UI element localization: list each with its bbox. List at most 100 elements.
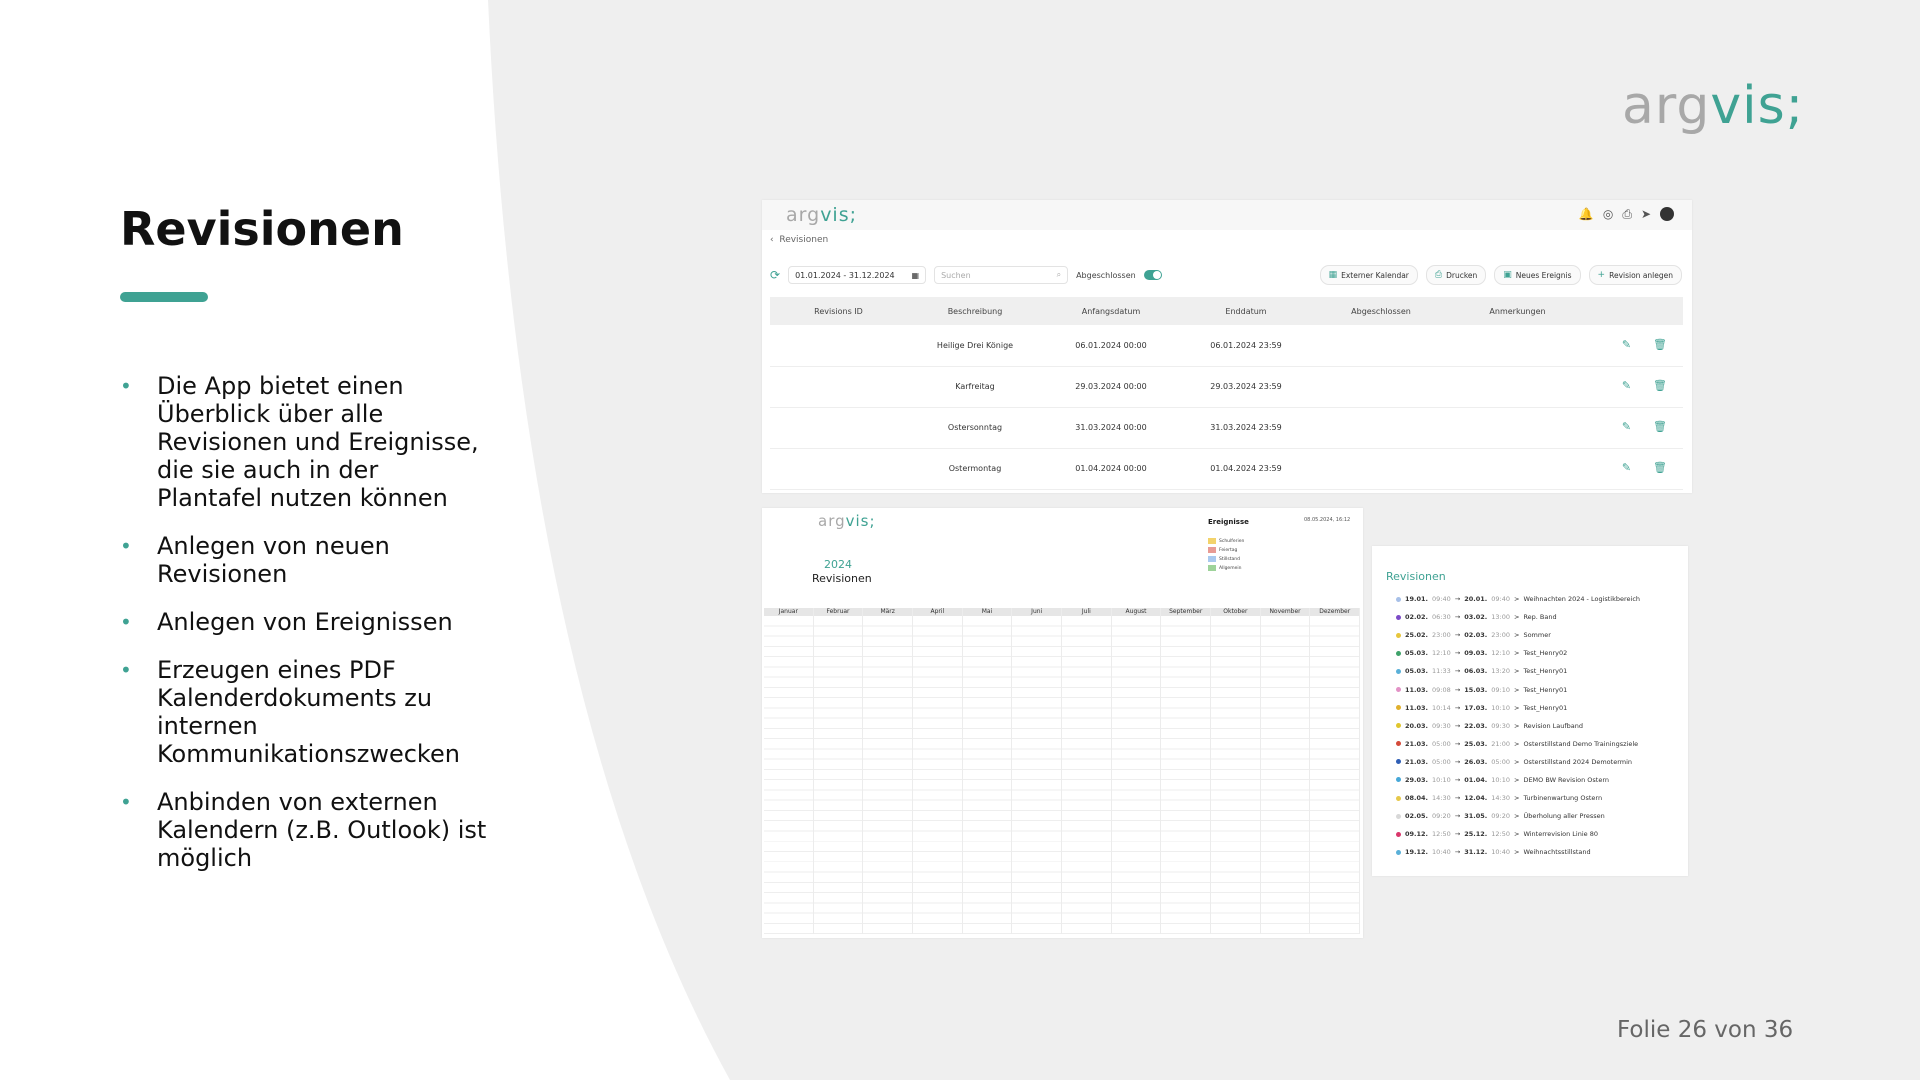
trash-icon[interactable]: 🗑 <box>1653 379 1667 392</box>
row-end: 29.03.2024 23:59 <box>1210 382 1282 391</box>
month-column: Juli <box>1062 608 1112 934</box>
color-dot <box>1396 849 1401 855</box>
back-chevron-icon[interactable]: ‹ <box>770 235 774 245</box>
list-item: 08.04. 14:30 → 12.04. 14:30 > Turbinenwartung … <box>1396 789 1686 807</box>
table-row[interactable]: Ostermontag 01.04.2024 00:00 01.04.2024 … <box>770 448 1683 490</box>
legend-item: Feiertag <box>1208 547 1244 553</box>
external-calendar-button[interactable]: ▦ Externer Kalendar <box>1319 265 1418 285</box>
table-header: Revisions ID Beschreibung Anfangsdatum E… <box>770 297 1683 325</box>
breadcrumb[interactable]: ‹ Revisionen <box>770 235 828 245</box>
row-description: Ostermontag <box>948 464 1002 473</box>
new-revision-button[interactable]: + Revision anlegen <box>1588 265 1682 285</box>
list-item: 20.03. 09:30 → 22.03. 09:30 > Revision Laufban… <box>1396 717 1686 735</box>
color-dot <box>1396 632 1401 638</box>
row-description: Karfreitag <box>955 382 995 391</box>
bullet-item: • Anlegen von Ereignissen <box>120 608 453 636</box>
avatar[interactable] <box>1660 207 1674 221</box>
revision-list-screenshot: Revisionen 19.01. 09:40 → 20.01. 09:40 > Weihn… <box>1372 546 1688 876</box>
legend-item: Stillstand <box>1208 556 1244 562</box>
table-row[interactable]: Karfreitag 29.03.2024 00:00 29.03.2024 2… <box>770 366 1683 408</box>
list-item: 29.03. 10:10 → 01.04. 10:10 > DEMO BW Revision… <box>1396 771 1686 789</box>
bullet-dot-icon: • <box>120 658 132 682</box>
calendar-pdf-screenshot: argvis; 2024 Revisionen Ereignisse 08.05… <box>762 508 1363 938</box>
revision-list: 19.01. 09:40 → 20.01. 09:40 > Weihnachten 2024… <box>1396 590 1686 861</box>
column-header[interactable]: Anmerkungen <box>1449 307 1586 316</box>
month-column: November <box>1260 608 1311 934</box>
calendar-icon: ▦ <box>911 270 920 280</box>
bullet-item: • Anlegen von neuen Revisionen <box>120 532 390 588</box>
printer-icon: ⎙ <box>1434 270 1443 280</box>
month-column: Dezember <box>1310 608 1361 934</box>
calendar-icon: ▦ <box>1328 270 1338 280</box>
month-column: Februar <box>813 608 864 934</box>
bullet-item: • Erzeugen eines PDF Kalenderdokuments zu… <box>120 656 460 768</box>
color-dot <box>1396 777 1401 783</box>
color-dot <box>1396 614 1401 620</box>
color-dot <box>1396 723 1401 729</box>
edit-icon[interactable]: ✎ <box>1622 379 1631 392</box>
trash-icon[interactable]: 🗑 <box>1653 338 1667 351</box>
print-date: 08.05.2024, 16:12 <box>1304 517 1351 523</box>
row-start: 06.01.2024 00:00 <box>1075 341 1147 350</box>
list-item: 21.03. 05:00 → 26.03. 05:00 > Osterstillstand … <box>1396 753 1686 771</box>
edit-icon[interactable]: ✎ <box>1622 420 1631 433</box>
date-range-field[interactable]: 01.01.2024 - 31.12.2024 ▦ <box>788 266 927 284</box>
bell-icon[interactable]: 🔔 <box>1579 207 1594 222</box>
send-icon[interactable]: ➤ <box>1641 207 1651 222</box>
list-item: 19.12. 10:40 → 31.12. 10:40 > Weihnachtsstills… <box>1396 843 1686 861</box>
list-item: 11.03. 09:08 → 15.03. 09:10 > Test_Henry01 <box>1396 680 1686 698</box>
argvis-logo: argvis; <box>1622 76 1805 136</box>
list-item: 19.01. 09:40 → 20.01. 09:40 > Weihnachten 2024… <box>1396 590 1686 608</box>
column-header[interactable]: Beschreibung <box>907 307 1043 316</box>
month-column: August <box>1111 608 1162 934</box>
edit-icon[interactable]: ✎ <box>1622 461 1631 474</box>
print-button[interactable]: ⎙ Drucken <box>1425 265 1487 285</box>
color-dot <box>1396 687 1401 693</box>
search-input[interactable]: Suchen ⌕ <box>934 266 1069 284</box>
toolbar: ⟳ 01.01.2024 - 31.12.2024 ▦ Suchen ⌕ Abges… <box>770 264 1682 286</box>
legend-item: Allgemein <box>1208 565 1244 571</box>
slide-number: Folie 26 von 36 <box>1617 1017 1794 1043</box>
plus-icon: + <box>1597 270 1606 280</box>
column-header[interactable]: Abgeschlossen <box>1313 307 1449 316</box>
bullet-list: • Die App bietet einen Überblick über all… <box>120 372 490 892</box>
row-end: 31.03.2024 23:59 <box>1210 423 1282 432</box>
notification-icon[interactable]: ◎ <box>1603 207 1613 222</box>
bullet-dot-icon: • <box>120 790 132 814</box>
row-description: Ostersonntag <box>947 423 1003 432</box>
list-item: 02.05. 09:20 → 31.05. 09:20 > Überholung aller… <box>1396 807 1686 825</box>
row-start: 01.04.2024 00:00 <box>1075 464 1147 473</box>
list-item: 02.02. 06:30 → 03.02. 13:00 > Rep. Band <box>1396 608 1686 626</box>
color-dot <box>1396 813 1401 819</box>
row-end: 06.01.2024 23:59 <box>1210 341 1282 350</box>
table-row[interactable]: Ostersonntag 31.03.2024 00:00 31.03.2024… <box>770 407 1683 449</box>
year-calendar-grid: Januar Februar März April Mai Juni Juli … <box>764 608 1361 934</box>
column-header[interactable]: Revisions ID <box>770 307 907 316</box>
closed-toggle[interactable] <box>1143 270 1162 280</box>
color-dot <box>1396 741 1401 747</box>
color-dot <box>1396 759 1401 765</box>
edit-icon[interactable]: ✎ <box>1622 338 1631 351</box>
month-column: April <box>913 608 963 934</box>
month-column: Oktober <box>1211 608 1261 934</box>
search-icon: ⌕ <box>1056 270 1062 279</box>
month-column: Juni <box>1012 608 1063 934</box>
color-dot <box>1396 795 1401 801</box>
column-header[interactable]: Anfangsdatum <box>1043 307 1179 316</box>
trash-icon[interactable]: 🗑 <box>1653 420 1667 433</box>
color-dot <box>1396 596 1401 602</box>
trash-icon[interactable]: 🗑 <box>1653 461 1667 474</box>
app-logo: argvis; <box>786 204 858 226</box>
printer-icon[interactable]: ⎙ <box>1622 207 1632 222</box>
table-row[interactable]: Heilige Drei Könige 06.01.2024 00:00 06.… <box>770 325 1683 367</box>
legend-swatch <box>1208 556 1216 562</box>
refresh-icon[interactable]: ⟳ <box>770 268 780 282</box>
revision-list-title: Revisionen <box>1386 570 1446 583</box>
new-event-button[interactable]: ▣ Neues Ereignis <box>1494 265 1581 285</box>
color-dot <box>1396 668 1401 674</box>
topbar-icons: 🔔 ◎ ⎙ ➤ <box>1579 207 1674 222</box>
list-item: 11.03. 10:14 → 17.03. 10:10 > Test_Henry01 <box>1396 699 1686 717</box>
column-header[interactable]: Enddatum <box>1179 307 1313 316</box>
list-item: 05.03. 12:10 → 09.03. 12:10 > Test_Henry02 <box>1396 644 1686 662</box>
row-end: 01.04.2024 23:59 <box>1210 464 1282 473</box>
